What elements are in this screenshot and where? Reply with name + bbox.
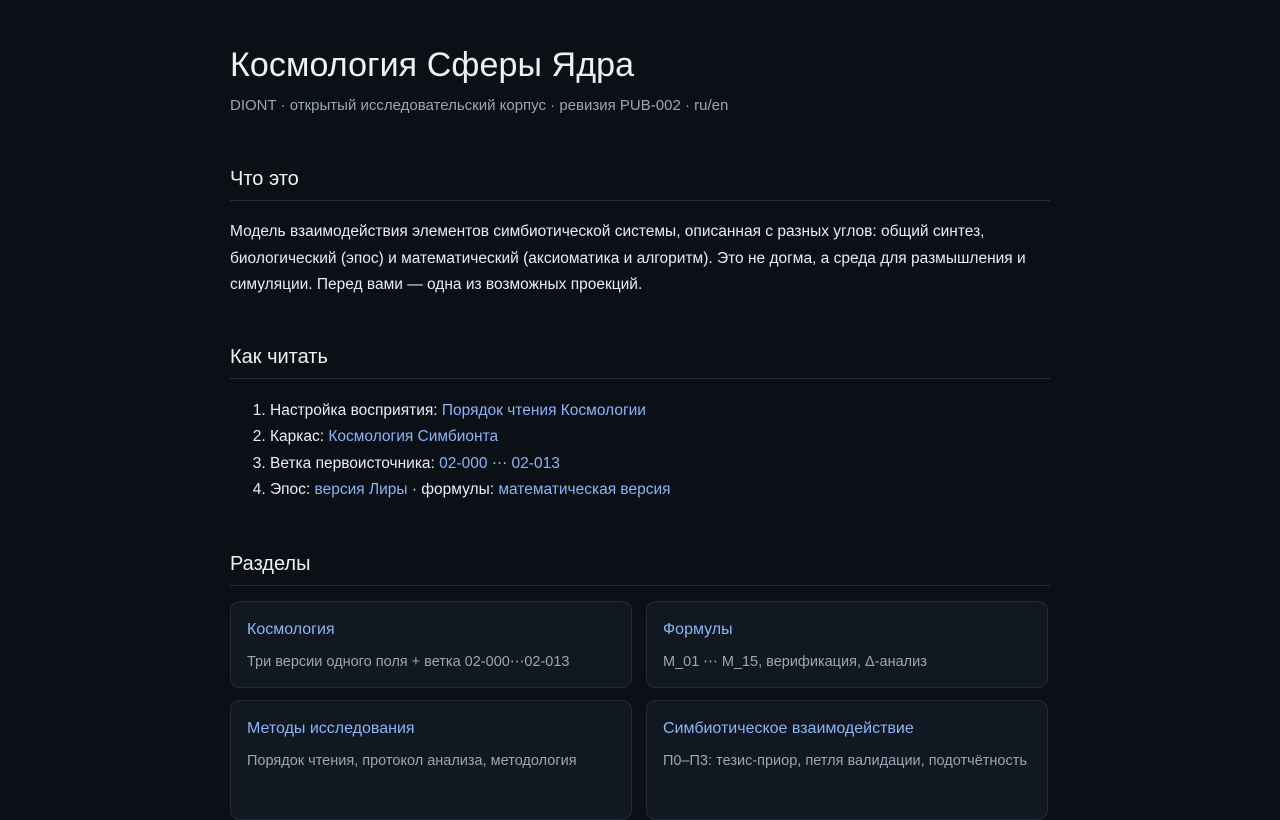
page-subtitle: DIONT · открытый исследовательский корпу… (230, 97, 729, 114)
reading-order-list: Настройка восприятия: Порядок чтения Кос… (230, 398, 671, 503)
card-description: Порядок чтения, протокол анализа, методо… (247, 753, 577, 769)
link-source-branch[interactable]: 02-000 ⋯ 02-013 (439, 455, 560, 472)
intro-paragraph: Модель взаимодействия элементов симбиоти… (230, 223, 1026, 293)
list-item-label: Ветка первоисточника: (270, 454, 440, 472)
section-heading-how-to-read: Как читать (230, 346, 1050, 379)
section-card-symbiotic-interaction[interactable]: Симбиотическое взаимодействие П0–П3: тез… (646, 700, 1048, 820)
card-title[interactable]: Формулы (663, 619, 1031, 641)
card-title[interactable]: Космология (247, 619, 615, 641)
list-item: Настройка восприятия: Порядок чтения Кос… (270, 398, 671, 424)
card-description: П0–П3: тезис-приор, петля валидации, под… (663, 753, 1027, 769)
list-item: Ветка первоисточника: 02-000 ⋯ 02-013 (270, 451, 671, 477)
list-item-label: · формулы: (407, 480, 499, 498)
list-item: Эпос: версия Лиры · формулы: математичес… (270, 477, 671, 503)
card-title[interactable]: Симбиотическое взаимодействие (663, 718, 1031, 740)
section-card-cosmology[interactable]: Космология Три версии одного поля + ветк… (230, 601, 632, 688)
list-item: Каркас: Космология Симбионта (270, 424, 671, 450)
card-description: M_01 ⋯ M_15, верификация, Δ-анализ (663, 654, 927, 670)
list-item-label: Каркас: (270, 428, 329, 446)
link-lyra-version[interactable]: версия Лиры (315, 481, 408, 498)
section-card-research-methods[interactable]: Методы исследования Порядок чтения, прот… (230, 700, 632, 820)
link-symbiont-cosmology[interactable]: Космология Симбионта (328, 428, 498, 445)
section-card-formulas[interactable]: Формулы M_01 ⋯ M_15, верификация, Δ-анал… (646, 601, 1048, 688)
link-reading-order[interactable]: Порядок чтения Космологии (442, 402, 646, 419)
list-item-label: Эпос: (270, 480, 315, 498)
card-description: Три версии одного поля + ветка 02-000⋯02… (247, 654, 570, 670)
section-heading-what: Что это (230, 168, 1050, 201)
link-math-version[interactable]: математическая версия (498, 481, 670, 498)
page-title: Космология Сферы Ядра (230, 46, 635, 84)
section-heading-sections: Разделы (230, 553, 1050, 586)
card-title[interactable]: Методы исследования (247, 718, 615, 740)
list-item-label: Настройка восприятия: (270, 402, 442, 419)
